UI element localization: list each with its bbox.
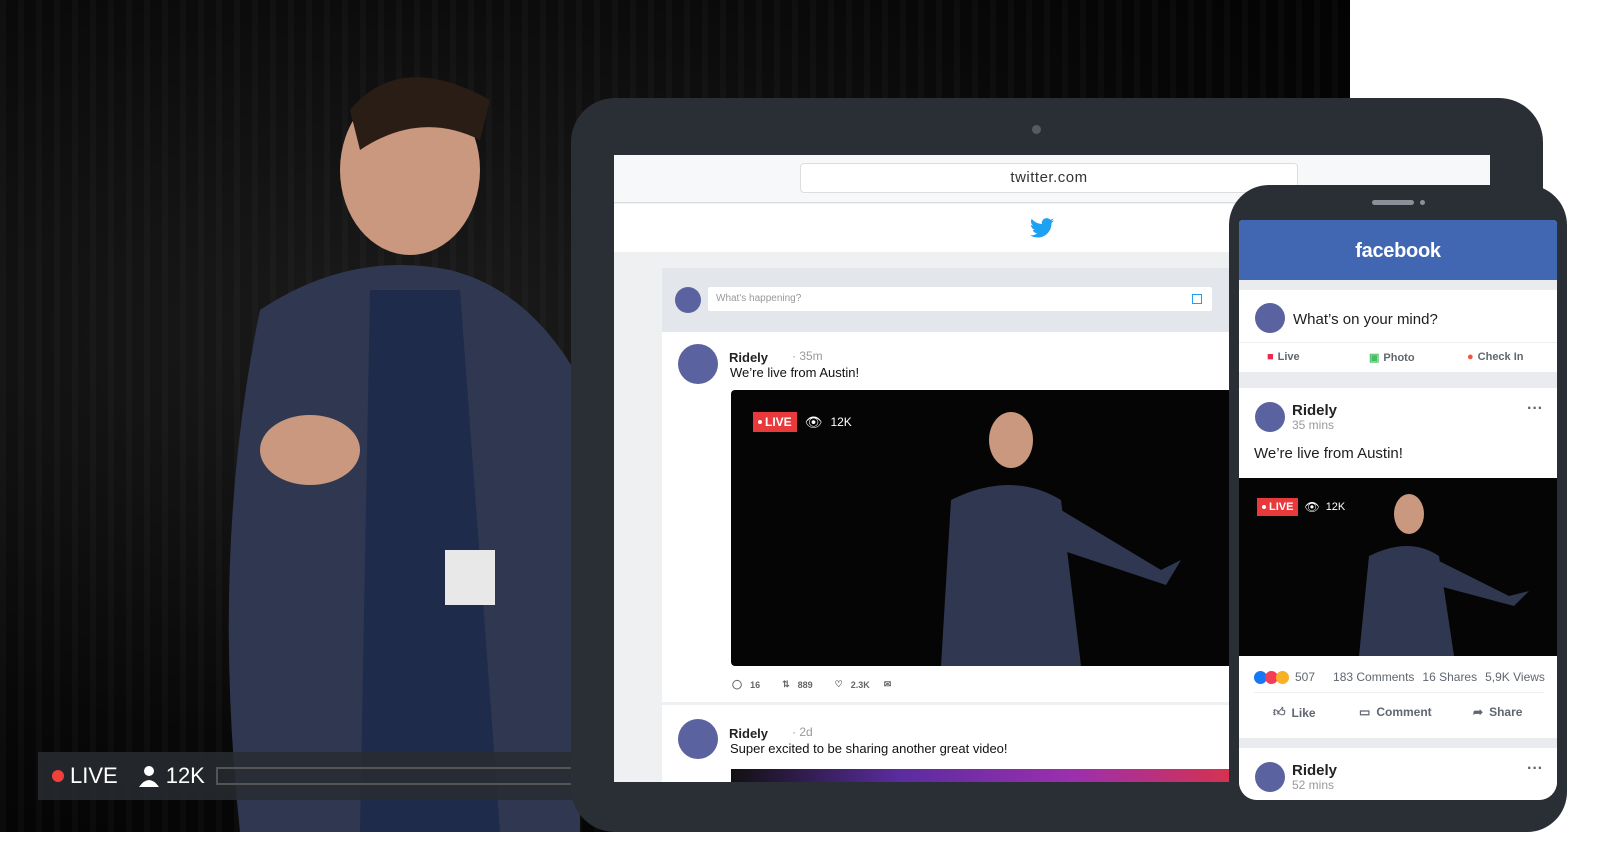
more-options-icon[interactable]: ··· bbox=[1527, 400, 1543, 418]
post-author[interactable]: Ridely bbox=[1292, 762, 1337, 779]
fb-compose: What’s on your mind? ■ Live ▣ Photo ● Check… bbox=[1239, 290, 1557, 372]
media-icon[interactable] bbox=[1192, 294, 1202, 304]
phone-screen: facebook What’s on your mind? ■ Live ▣ Pho… bbox=[1239, 220, 1557, 800]
compose-input[interactable]: What’s on your mind? bbox=[1293, 311, 1438, 328]
facebook-logo: facebook bbox=[1239, 220, 1557, 280]
live-button[interactable]: ■ Live bbox=[1267, 351, 1300, 363]
tablet-camera bbox=[1032, 125, 1041, 134]
comment-count[interactable]: 183 Comments bbox=[1333, 670, 1414, 684]
like-button[interactable]: ♡ 2.3K bbox=[835, 679, 870, 690]
live-badge: LIVE bbox=[1257, 498, 1299, 516]
phone-camera bbox=[1420, 200, 1425, 205]
tweet-actions: ◯ 16 ⇅ 889 ♡ 2.3K ✉ bbox=[732, 679, 891, 690]
comment-button[interactable]: ▭ Comment bbox=[1359, 705, 1432, 719]
eye-icon: 👁 bbox=[1304, 500, 1320, 514]
viewer-person-icon bbox=[138, 766, 159, 787]
location-pin-icon: ● bbox=[1467, 351, 1474, 363]
post-time: 35 mins bbox=[1292, 418, 1335, 432]
tweet-text: We’re live from Austin! bbox=[730, 365, 860, 380]
post-video[interactable]: LIVE 👁 12K bbox=[1239, 478, 1557, 656]
phone-speaker bbox=[1372, 200, 1414, 205]
video-speaker-thumbnail bbox=[941, 412, 1181, 666]
reaction-count[interactable]: 507 bbox=[1295, 670, 1315, 684]
reaction-icons bbox=[1254, 670, 1289, 684]
eye-icon: 👁 bbox=[804, 413, 823, 430]
avatar bbox=[1255, 303, 1285, 333]
check-in-button[interactable]: ● Check In bbox=[1467, 351, 1524, 363]
share-count[interactable]: 16 Shares bbox=[1422, 670, 1477, 684]
message-icon[interactable]: ✉ bbox=[884, 679, 892, 690]
tweet: Ridely · 35m We’re live from Austin! LIV… bbox=[662, 332, 1241, 702]
tweet-time: · 35m bbox=[792, 349, 823, 363]
share-arrow-icon: ➦ bbox=[1473, 705, 1484, 719]
compose-input[interactable]: What's happening? bbox=[708, 287, 1212, 311]
viewer-count: 12K bbox=[165, 763, 205, 788]
more-options-icon[interactable]: ··· bbox=[1527, 760, 1543, 778]
thumbs-up-icon: 👍︎ bbox=[1273, 705, 1286, 719]
avatar bbox=[1255, 762, 1285, 792]
avatar bbox=[675, 287, 701, 313]
tweet-time: · 2d bbox=[792, 725, 813, 739]
tweet: Ridely · 2d Super excited to be sharing … bbox=[662, 705, 1241, 782]
view-count: 12K bbox=[830, 415, 852, 429]
tweet-author[interactable]: Ridely bbox=[729, 726, 768, 741]
video-view-count: 5,9K Views bbox=[1485, 670, 1545, 684]
avatar bbox=[678, 344, 718, 384]
fb-post: Ridely 52 mins ··· bbox=[1239, 748, 1557, 800]
avatar bbox=[1255, 402, 1285, 432]
live-stream-overlay: LIVE 12K bbox=[38, 752, 578, 800]
twitter-bird-icon[interactable] bbox=[1030, 218, 1054, 238]
stream-progress-bar[interactable] bbox=[216, 767, 578, 785]
comment-icon: ▭ bbox=[1359, 705, 1371, 719]
photo-icon: ▣ bbox=[1369, 352, 1380, 364]
retweet-button[interactable]: ⇅ 889 bbox=[782, 679, 813, 690]
share-button[interactable]: ➦ Share bbox=[1473, 705, 1522, 719]
tweet-author[interactable]: Ridely bbox=[729, 350, 768, 365]
tweet-video-preview[interactable] bbox=[731, 769, 1241, 782]
photo-button[interactable]: ▣ Photo bbox=[1369, 351, 1415, 365]
post-author[interactable]: Ridely bbox=[1292, 402, 1337, 419]
avatar bbox=[678, 719, 718, 759]
reply-button[interactable]: ◯ 16 bbox=[732, 679, 760, 690]
tweet-video[interactable]: LIVE 👁 12K bbox=[731, 390, 1241, 666]
live-label: LIVE bbox=[70, 763, 118, 788]
address-bar[interactable]: twitter.com bbox=[800, 163, 1298, 193]
video-speaker-thumbnail bbox=[1359, 494, 1529, 656]
tweet-compose: What's happening? bbox=[662, 268, 1232, 332]
fb-post: Ridely 35 mins ··· We’re live from Austi… bbox=[1239, 388, 1557, 738]
tweet-text: Super excited to be sharing another grea… bbox=[730, 741, 1008, 756]
post-stats: 507 183 Comments 16 Shares 5,9K Views bbox=[1254, 670, 1545, 684]
video-camera-icon: ■ bbox=[1267, 351, 1274, 363]
post-time: 52 mins bbox=[1292, 778, 1335, 792]
live-dot-icon bbox=[52, 770, 64, 782]
like-button[interactable]: 👍︎ Like bbox=[1273, 705, 1316, 720]
live-badge: LIVE bbox=[753, 412, 797, 432]
speaker-figure bbox=[228, 77, 580, 832]
post-text: We’re live from Austin! bbox=[1254, 445, 1403, 462]
